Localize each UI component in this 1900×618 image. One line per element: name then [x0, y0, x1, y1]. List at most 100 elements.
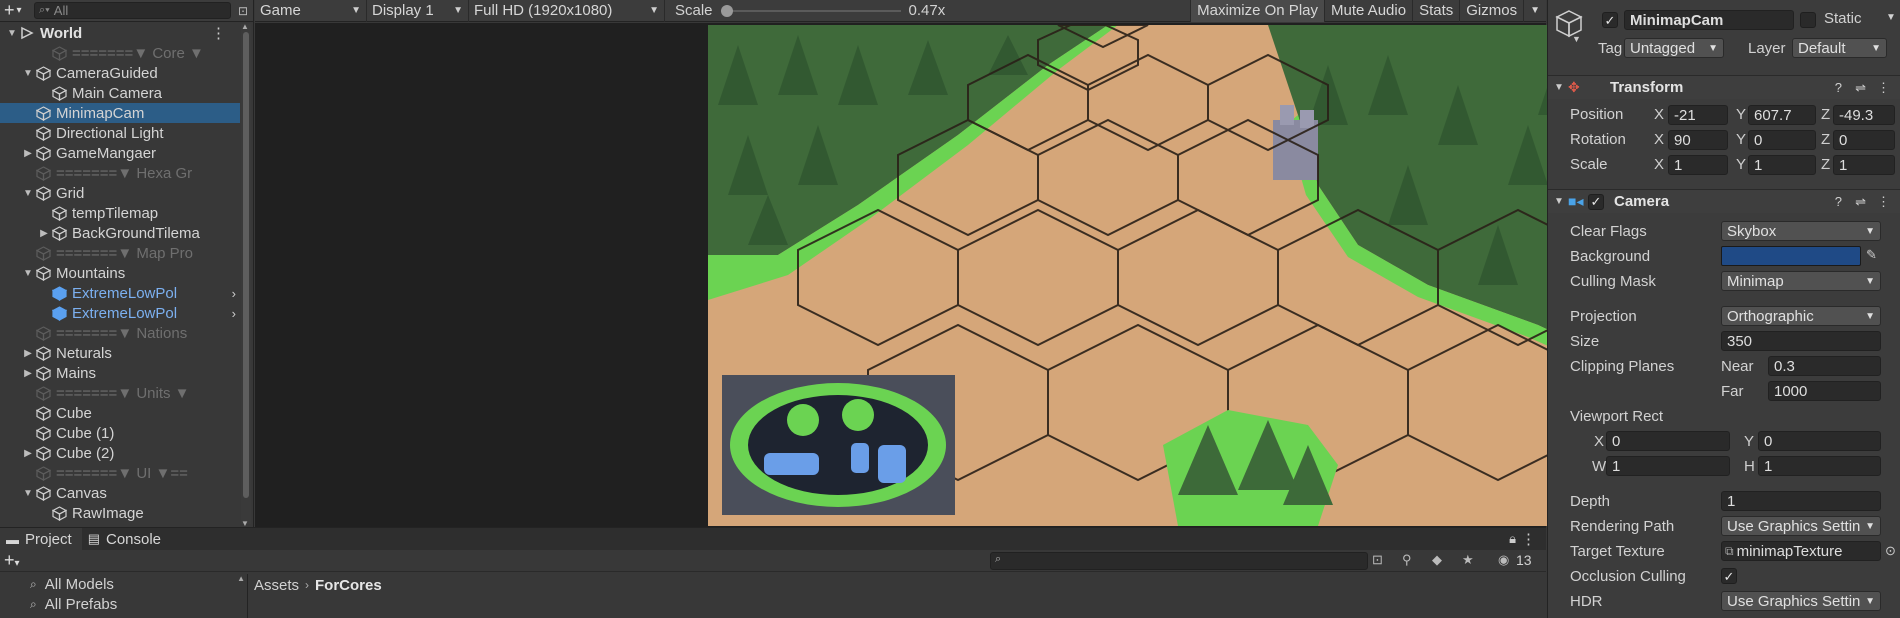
scroll-up-icon[interactable]: ▲	[237, 574, 245, 583]
background-color-field[interactable]	[1721, 246, 1861, 266]
layer-dropdown[interactable]: Default ▼	[1792, 38, 1887, 58]
gizmos-button[interactable]: Gizmos	[1459, 0, 1523, 22]
scale-y-field[interactable]: 1	[1748, 155, 1816, 175]
camera-header[interactable]: ▼ ■◂ ✓ Camera ? ⇌ ⋮	[1548, 189, 1900, 213]
hidden-packages-icon[interactable]: ◉	[1498, 552, 1509, 568]
fold-arrow-icon[interactable]: ▶	[38, 228, 50, 239]
fold-arrow-icon[interactable]: ▶	[22, 368, 34, 379]
eyedropper-icon[interactable]: ✎	[1866, 247, 1877, 263]
hierarchy-item[interactable]: =======▼ UI ▼==	[0, 463, 240, 483]
rendering-path-dropdown[interactable]: Use Graphics Settin ▼	[1721, 516, 1881, 536]
gizmos-dropdown-icon[interactable]: ▼	[1523, 0, 1546, 22]
hierarchy-item[interactable]: ▶ BackGroundTilema	[0, 223, 240, 243]
fold-arrow-icon[interactable]: ▼	[22, 68, 34, 79]
help-icon[interactable]: ?	[1835, 194, 1842, 209]
transform-header[interactable]: ▼ ✥ Transform ? ⇌ ⋮	[1548, 75, 1900, 99]
icon-dropdown-icon[interactable]: ▼	[1572, 34, 1581, 44]
hierarchy-item[interactable]: Cube	[0, 403, 240, 423]
scene-menu-icon[interactable]: ⋮	[211, 24, 226, 42]
hierarchy-item[interactable]: Main Camera	[0, 83, 240, 103]
fold-arrow-icon[interactable]: ▶	[22, 448, 34, 459]
far-field[interactable]: 1000	[1768, 381, 1881, 401]
viewport-y-field[interactable]: 0	[1758, 431, 1881, 451]
position-y-field[interactable]: 607.7	[1748, 105, 1816, 125]
culling-mask-dropdown[interactable]: Minimap ▼	[1721, 271, 1881, 291]
hdr-dropdown[interactable]: Use Graphics Settin ▼	[1721, 591, 1881, 611]
fold-arrow-icon[interactable]: ▼	[22, 268, 34, 279]
hierarchy-item[interactable]: ▶ Neturals	[0, 343, 240, 363]
hierarchy-item[interactable]: ▶ Cube (2)	[0, 443, 240, 463]
object-picker-icon[interactable]: ⊙	[1885, 543, 1896, 559]
search-by-type-icon[interactable]: ⊡	[1372, 552, 1383, 568]
presets-icon[interactable]: ⇌	[1855, 194, 1866, 210]
viewport-h-field[interactable]: 1	[1758, 456, 1881, 476]
hierarchy-item[interactable]: =======▼ Units ▼	[0, 383, 240, 403]
hierarchy-item[interactable]: MinimapCam	[0, 103, 240, 123]
favorite-star-icon[interactable]: ★	[1462, 552, 1474, 568]
position-z-field[interactable]: -49.3	[1833, 105, 1895, 125]
static-dropdown-icon[interactable]: ▼	[1886, 12, 1896, 23]
create-dropdown-button[interactable]: + ▾	[0, 0, 34, 21]
create-asset-button[interactable]: +▾	[4, 550, 20, 571]
hierarchy-item[interactable]: =======▼ Hexa Gr	[0, 163, 240, 183]
scale-slider-handle[interactable]	[720, 4, 733, 17]
label-icon[interactable]: ◆	[1432, 552, 1442, 568]
fold-arrow-icon[interactable]: ▼	[22, 188, 34, 199]
hierarchy-item[interactable]: =======▼ Nations	[0, 323, 240, 343]
search-mode-icon[interactable]: ⊡	[233, 2, 253, 20]
camera-enabled-checkbox[interactable]: ✓	[1588, 193, 1604, 210]
resolution-dropdown[interactable]: Full HD (1920x1080) ▼	[469, 0, 665, 22]
scale-x-field[interactable]: 1	[1668, 155, 1728, 175]
hierarchy-item[interactable]: Directional Light	[0, 123, 240, 143]
depth-field[interactable]: 1	[1721, 491, 1881, 511]
fold-arrow-icon[interactable]: ▼	[1554, 82, 1568, 93]
size-field[interactable]: 350	[1721, 331, 1881, 351]
hierarchy-item[interactable]: ▼ Canvas	[0, 483, 240, 503]
filter-icon[interactable]: ⚲	[1402, 552, 1412, 568]
fold-arrow-icon[interactable]: ▼	[1554, 196, 1568, 207]
hierarchy-item[interactable]: ▼ World ⋮	[0, 23, 240, 43]
fold-arrow-icon[interactable]: ▼	[6, 28, 18, 39]
active-checkbox[interactable]: ✓	[1602, 12, 1618, 28]
scale-z-field[interactable]: 1	[1833, 155, 1895, 175]
occlusion-culling-checkbox[interactable]: ✓	[1721, 568, 1737, 584]
viewport-x-field[interactable]: 0	[1606, 431, 1730, 451]
rotation-y-field[interactable]: 0	[1748, 130, 1816, 150]
object-name-input[interactable]: MinimapCam	[1624, 10, 1794, 30]
scroll-up-icon[interactable]: ▲	[241, 22, 249, 31]
clear-flags-dropdown[interactable]: Skybox ▼	[1721, 221, 1881, 241]
scroll-thumb[interactable]	[243, 32, 249, 498]
hierarchy-item[interactable]: =======▼ Core ▼	[0, 43, 240, 63]
open-prefab-icon[interactable]: ›	[232, 286, 236, 301]
presets-icon[interactable]: ⇌	[1855, 80, 1866, 96]
stats-button[interactable]: Stats	[1412, 0, 1459, 22]
hierarchy-item[interactable]: =======▼ Map Pro	[0, 243, 240, 263]
scale-slider[interactable]	[720, 4, 901, 18]
hierarchy-item[interactable]: ExtremeLowPol ›	[0, 283, 240, 303]
viewport-w-field[interactable]: 1	[1606, 456, 1730, 476]
tab-console[interactable]: ▤ Console	[82, 528, 171, 550]
hierarchy-item[interactable]: ExtremeLowPol ›	[0, 303, 240, 323]
component-menu-icon[interactable]: ⋮	[1877, 194, 1890, 210]
tag-dropdown[interactable]: Untagged ▼	[1624, 38, 1724, 58]
fold-arrow-icon[interactable]: ▶	[22, 148, 34, 159]
help-icon[interactable]: ?	[1835, 80, 1842, 95]
favorite-all-prefabs[interactable]: ⌕ All Prefabs	[0, 594, 247, 614]
rotation-z-field[interactable]: 0	[1833, 130, 1895, 150]
hierarchy-item[interactable]: ▶ Mains	[0, 363, 240, 383]
breadcrumb-current[interactable]: ForCores	[315, 577, 382, 594]
favorite-all-models[interactable]: ⌕ All Models	[0, 574, 247, 594]
open-prefab-icon[interactable]: ›	[232, 306, 236, 321]
position-x-field[interactable]: -21	[1668, 105, 1728, 125]
hierarchy-item[interactable]: ▼ Grid	[0, 183, 240, 203]
breadcrumb-assets[interactable]: Assets	[254, 577, 299, 594]
hierarchy-item[interactable]: ▶ GameMangaer	[0, 143, 240, 163]
hierarchy-scrollbar[interactable]: ▲ ▼	[241, 22, 251, 528]
display-dropdown[interactable]: Display 1 ▼	[367, 0, 469, 22]
near-field[interactable]: 0.3	[1768, 356, 1881, 376]
project-search-input[interactable]: ⌕	[990, 552, 1368, 570]
hierarchy-item[interactable]: tempTilemap	[0, 203, 240, 223]
panel-menu-icon[interactable]: ⋮	[1521, 530, 1536, 548]
view-dropdown[interactable]: Game ▼	[255, 0, 367, 22]
mute-audio-button[interactable]: Mute Audio	[1324, 0, 1412, 22]
